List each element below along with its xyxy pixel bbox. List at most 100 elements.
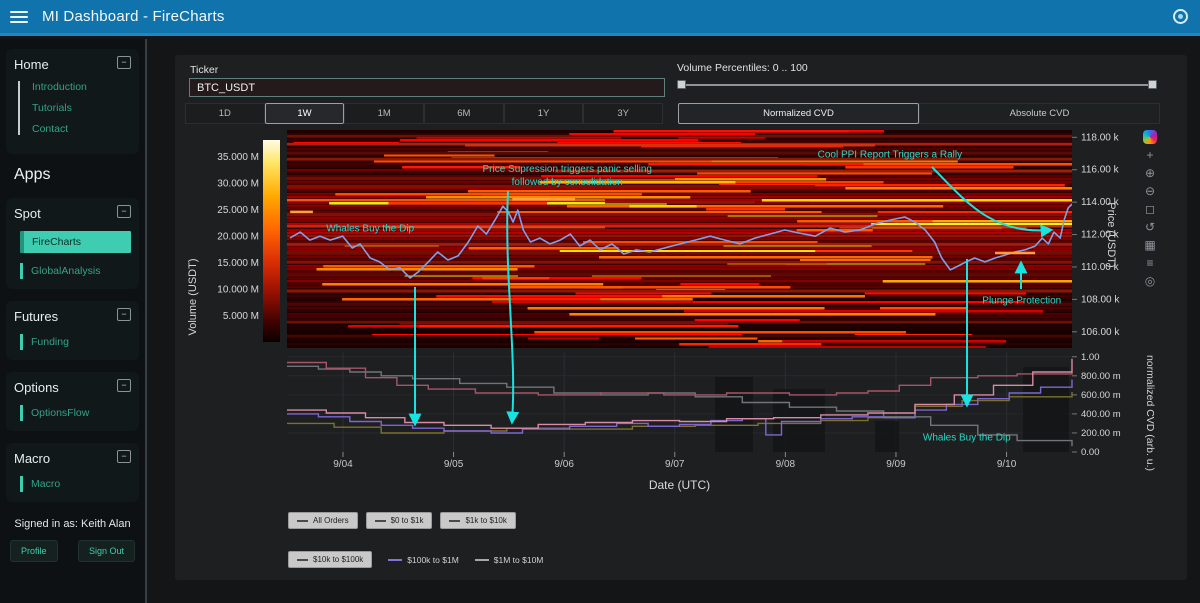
- toggle-spikelines-icon[interactable]: ▦: [1144, 239, 1155, 252]
- legend-label: $1k to $10k: [465, 516, 506, 525]
- cvd-tick-label: 800.00 m: [1081, 371, 1121, 382]
- pan-icon[interactable]: +: [1146, 149, 1153, 162]
- sidebar-item-globalanalysis[interactable]: GlobalAnalysis: [20, 263, 131, 279]
- volume-colorbar: [263, 140, 280, 342]
- legend-item[interactable]: $10k to $100k: [288, 551, 372, 568]
- legend-label: $10k to $100k: [313, 555, 363, 564]
- sidebar-group-macro-title: Macro: [14, 451, 131, 466]
- sidebar-group-home-title: Home: [14, 57, 131, 72]
- timeframe-1w-button[interactable]: 1W: [265, 103, 345, 124]
- sidebar-group-futures: Futures − Funding: [6, 301, 139, 360]
- sidebar: Home − Introduction Tutorials Contact Ap…: [0, 39, 147, 603]
- collapse-icon[interactable]: −: [117, 205, 131, 218]
- chart-annotation: Whales Buy the Dip: [326, 223, 414, 234]
- box-select-icon[interactable]: ◻: [1145, 203, 1155, 216]
- sidebar-group-spot-title: Spot: [14, 206, 131, 221]
- colorbar-tick-label: 15.000 M: [217, 258, 259, 269]
- chart-modebar: + ⊕ ⊖ ◻ ↺ ▦ ≡ ◎: [1137, 130, 1163, 288]
- slider-track[interactable]: [677, 84, 1157, 86]
- legend-row-2: $10k to $100k $100k to $1M $1M to $10M: [288, 551, 543, 568]
- price-tick-label: 106.00 k: [1081, 327, 1120, 338]
- ticker-input[interactable]: [189, 78, 665, 97]
- chart-annotation: Whales Buy the Dip: [923, 433, 1011, 444]
- sign-out-button[interactable]: Sign Out: [78, 540, 135, 562]
- legend-swatch-icon: [388, 559, 402, 561]
- timeframe-1m-button[interactable]: 1M: [344, 103, 424, 124]
- collapse-icon[interactable]: −: [117, 308, 131, 321]
- legend-item[interactable]: $1M to $10M: [475, 555, 544, 565]
- sidebar-item-macro[interactable]: Macro: [20, 476, 131, 492]
- colorbar-tick-label: 10.000 M: [217, 285, 259, 296]
- hover-mode-icon[interactable]: ≡: [1146, 257, 1153, 270]
- page-title: MI Dashboard - FireCharts: [42, 8, 225, 25]
- firecharts-chart[interactable]: 9/049/059/069/079/089/099/1035.000 M30.0…: [175, 125, 1187, 515]
- main-panel: Ticker Volume Percentiles: 0 .. 100 1D 1…: [175, 55, 1187, 580]
- cvd-axis-title: normalized CVD (arb. u.): [1144, 355, 1156, 471]
- sidebar-group-macro: Macro − Macro: [6, 443, 139, 502]
- colorbar-tick-label: 5.000 M: [223, 311, 259, 322]
- price-tick-label: 118.00 k: [1081, 132, 1120, 143]
- timeframe-6m-button[interactable]: 6M: [424, 103, 504, 124]
- cvd-tick-label: 200.00 m: [1081, 428, 1121, 439]
- timeframe-1d-button[interactable]: 1D: [185, 103, 265, 124]
- colorbar-tick-label: 20.000 M: [217, 232, 259, 243]
- date-axis-title: Date (UTC): [649, 478, 710, 492]
- zoom-out-icon[interactable]: ⊖: [1145, 185, 1155, 198]
- cvd-tick-label: 1.00: [1081, 352, 1100, 363]
- reset-axes-icon[interactable]: ↺: [1145, 221, 1155, 234]
- x-tick-label: 9/05: [444, 459, 464, 470]
- legend-item[interactable]: $1k to $10k: [440, 512, 515, 529]
- timeframe-button-group: 1D 1W 1M 6M 1Y 3Y: [185, 103, 663, 124]
- chart-annotation: Plunge Protection: [982, 295, 1061, 306]
- x-tick-label: 9/04: [333, 459, 353, 470]
- x-tick-label: 9/09: [886, 459, 906, 470]
- profile-button[interactable]: Profile: [10, 540, 58, 562]
- app-header: MI Dashboard - FireCharts: [0, 0, 1200, 36]
- x-tick-label: 9/06: [554, 459, 574, 470]
- absolute-cvd-button[interactable]: Absolute CVD: [919, 103, 1160, 124]
- slider-handle-max[interactable]: [1148, 80, 1157, 89]
- sidebar-item-firecharts[interactable]: FireCharts: [20, 231, 131, 253]
- legend-label: $1M to $10M: [494, 555, 544, 565]
- price-tick-label: 108.00 k: [1081, 294, 1120, 305]
- x-tick-label: 9/10: [997, 459, 1017, 470]
- plotly-logo-icon[interactable]: [1143, 130, 1157, 144]
- volume-axis-title: Volume (USDT): [187, 258, 199, 335]
- reset-view-icon[interactable]: ◎: [1145, 275, 1155, 288]
- signed-in-text: Signed in as: Keith Alan: [6, 518, 139, 530]
- legend-item[interactable]: All Orders: [288, 512, 358, 529]
- price-axis-title: Price (USDT): [1105, 202, 1117, 267]
- zoom-in-icon[interactable]: ⊕: [1145, 167, 1155, 180]
- sidebar-item-optionsflow[interactable]: OptionsFlow: [20, 405, 131, 421]
- timeframe-3y-button[interactable]: 3Y: [583, 103, 663, 124]
- legend-item[interactable]: $0 to $1k: [366, 512, 433, 529]
- collapse-icon[interactable]: −: [117, 450, 131, 463]
- x-tick-label: 9/08: [776, 459, 796, 470]
- cvd-tick-label: 600.00 m: [1081, 390, 1121, 401]
- sidebar-group-home: Home − Introduction Tutorials Contact: [6, 49, 139, 154]
- sidebar-item-contact[interactable]: Contact: [32, 123, 131, 135]
- volume-percentiles-label: Volume Percentiles: 0 .. 100: [677, 62, 808, 74]
- volume-heatmap: [287, 130, 1072, 349]
- volume-percentiles-slider[interactable]: [677, 79, 1157, 91]
- chart-annotation: Cool PPI Report Triggers a Rally: [818, 150, 963, 161]
- slider-handle-min[interactable]: [677, 80, 686, 89]
- app-root: MI Dashboard - FireCharts Home − Introdu…: [0, 0, 1200, 603]
- legend-item[interactable]: $100k to $1M: [388, 555, 459, 565]
- collapse-icon[interactable]: −: [117, 379, 131, 392]
- account-status-icon[interactable]: [1173, 9, 1188, 24]
- sidebar-item-tutorials[interactable]: Tutorials: [32, 102, 131, 114]
- normalized-cvd-button[interactable]: Normalized CVD: [678, 103, 919, 124]
- sidebar-item-introduction[interactable]: Introduction: [32, 81, 131, 93]
- cvd-tick-label: 400.00 m: [1081, 409, 1121, 420]
- sidebar-group-spot: Spot − FireCharts GlobalAnalysis: [6, 198, 139, 289]
- cvd-mode-button-group: Normalized CVD Absolute CVD: [678, 103, 1160, 124]
- collapse-icon[interactable]: −: [117, 56, 131, 69]
- hamburger-menu-icon[interactable]: [10, 11, 28, 23]
- sidebar-group-futures-title: Futures: [14, 309, 131, 324]
- legend-label: All Orders: [313, 516, 349, 525]
- chart-annotation: Price Supression triggers panic selling: [482, 164, 652, 175]
- sidebar-item-funding[interactable]: Funding: [20, 334, 131, 350]
- timeframe-1y-button[interactable]: 1Y: [504, 103, 584, 124]
- sidebar-apps-label: Apps: [14, 166, 139, 184]
